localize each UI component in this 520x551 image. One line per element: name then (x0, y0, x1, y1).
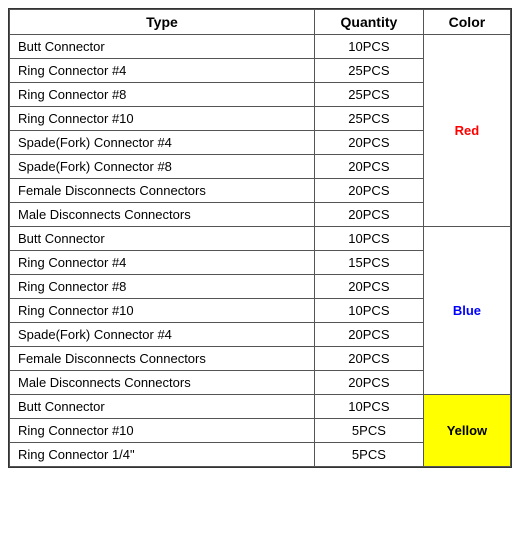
cell-quantity: 20PCS (314, 131, 423, 155)
cell-quantity: 5PCS (314, 419, 423, 443)
cell-quantity: 10PCS (314, 299, 423, 323)
cell-color: Red (423, 35, 510, 227)
cell-quantity: 10PCS (314, 35, 423, 59)
table-row: Butt Connector10PCSBlue (10, 227, 511, 251)
cell-quantity: 25PCS (314, 83, 423, 107)
cell-quantity: 20PCS (314, 203, 423, 227)
cell-type: Female Disconnects Connectors (10, 347, 315, 371)
cell-type: Ring Connector #8 (10, 275, 315, 299)
cell-type: Butt Connector (10, 395, 315, 419)
cell-color: Blue (423, 227, 510, 395)
cell-quantity: 20PCS (314, 371, 423, 395)
cell-type: Ring Connector #10 (10, 299, 315, 323)
connector-table: Type Quantity Color Butt Connector10PCSR… (8, 8, 512, 468)
cell-quantity: 25PCS (314, 59, 423, 83)
cell-quantity: 25PCS (314, 107, 423, 131)
cell-quantity: 20PCS (314, 347, 423, 371)
cell-type: Ring Connector #10 (10, 419, 315, 443)
table-row: Butt Connector10PCSYellow (10, 395, 511, 419)
cell-color: Yellow (423, 395, 510, 467)
cell-quantity: 10PCS (314, 395, 423, 419)
cell-type: Ring Connector #4 (10, 59, 315, 83)
cell-type: Male Disconnects Connectors (10, 203, 315, 227)
cell-type: Male Disconnects Connectors (10, 371, 315, 395)
cell-quantity: 5PCS (314, 443, 423, 467)
cell-quantity: 20PCS (314, 275, 423, 299)
table-row: Butt Connector10PCSRed (10, 35, 511, 59)
cell-quantity: 20PCS (314, 323, 423, 347)
header-type: Type (10, 10, 315, 35)
cell-type: Ring Connector #10 (10, 107, 315, 131)
cell-type: Ring Connector #8 (10, 83, 315, 107)
cell-quantity: 15PCS (314, 251, 423, 275)
header-color: Color (423, 10, 510, 35)
header-quantity: Quantity (314, 10, 423, 35)
cell-quantity: 20PCS (314, 155, 423, 179)
cell-type: Butt Connector (10, 227, 315, 251)
cell-type: Ring Connector 1/4" (10, 443, 315, 467)
cell-type: Spade(Fork) Connector #8 (10, 155, 315, 179)
cell-type: Ring Connector #4 (10, 251, 315, 275)
cell-type: Female Disconnects Connectors (10, 179, 315, 203)
cell-type: Spade(Fork) Connector #4 (10, 131, 315, 155)
cell-quantity: 10PCS (314, 227, 423, 251)
cell-type: Spade(Fork) Connector #4 (10, 323, 315, 347)
cell-type: Butt Connector (10, 35, 315, 59)
cell-quantity: 20PCS (314, 179, 423, 203)
